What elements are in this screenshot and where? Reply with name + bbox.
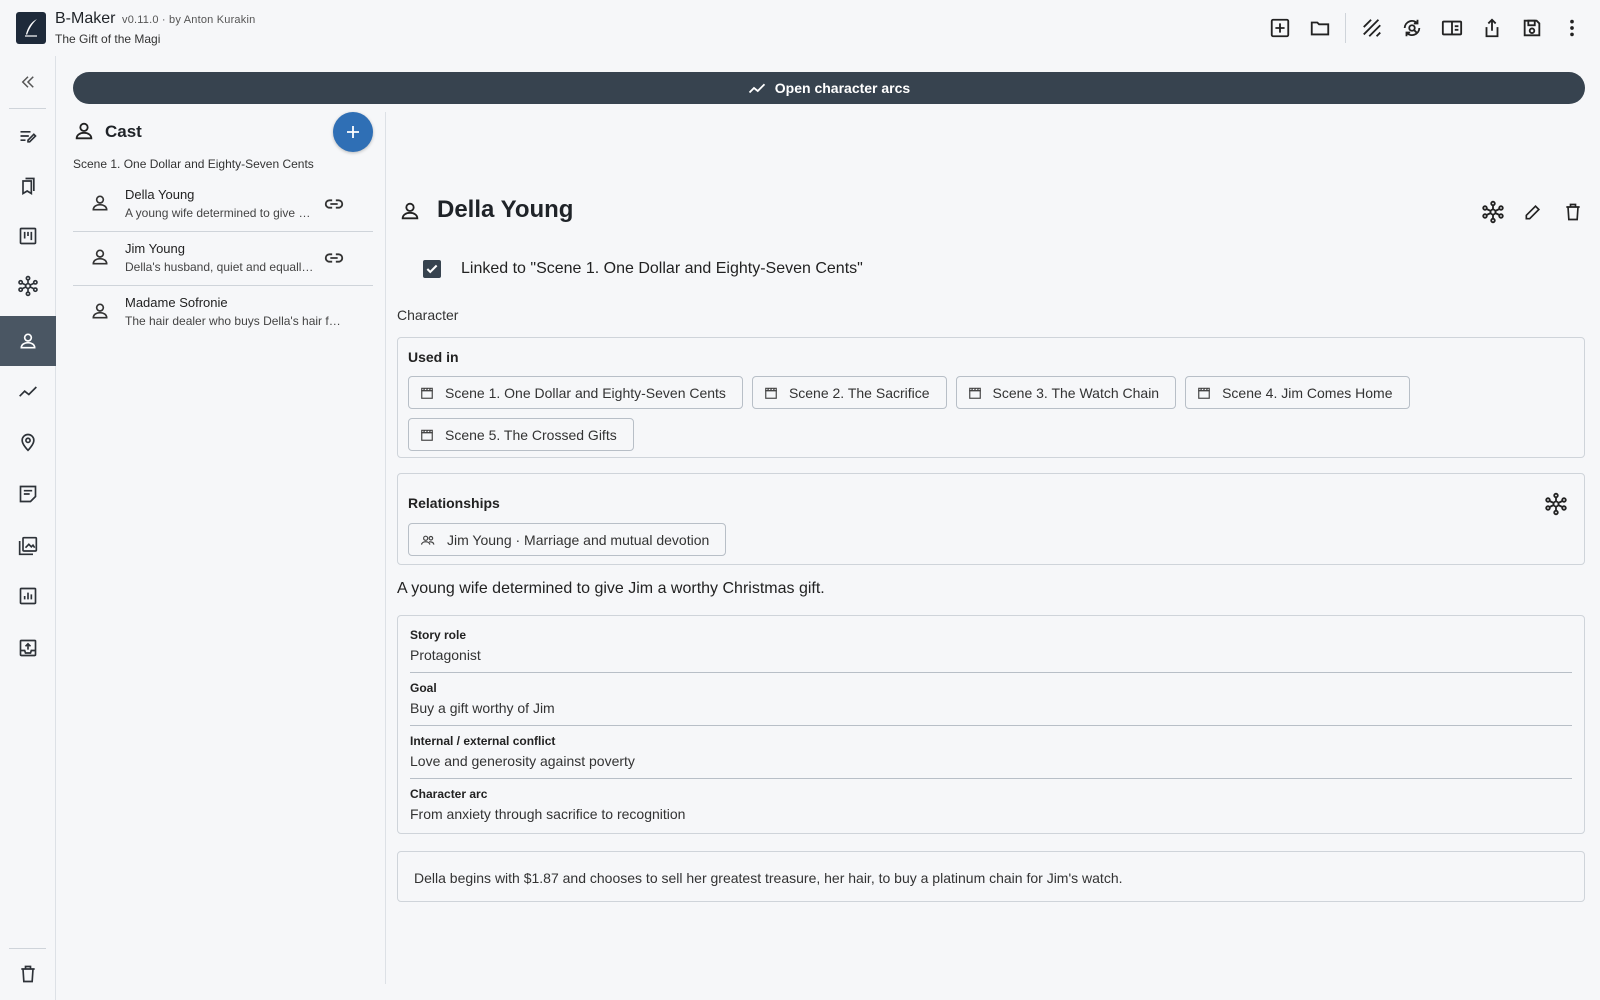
link-icon[interactable] xyxy=(323,247,345,269)
notes-icon[interactable] xyxy=(0,474,56,514)
graph-icon[interactable] xyxy=(1544,492,1568,516)
save-icon[interactable] xyxy=(1520,16,1544,40)
cast-item-desc: Della's husband, quiet and equally devot… xyxy=(125,260,315,274)
linked-checkbox[interactable] xyxy=(423,260,441,278)
field-divider xyxy=(410,672,1572,673)
scene-chip[interactable]: Scene 4. Jim Comes Home xyxy=(1185,376,1410,409)
add-character-button[interactable] xyxy=(333,112,373,152)
clapperboard-icon xyxy=(421,387,433,399)
plus-icon xyxy=(347,126,359,138)
person-icon xyxy=(399,200,421,222)
person-icon xyxy=(90,301,110,321)
sync-search-icon[interactable] xyxy=(1400,16,1424,40)
field-story-role: Story role Protagonist xyxy=(410,628,481,663)
cast-item-name: Della Young xyxy=(125,187,195,202)
scene-chip[interactable]: Scene 5. The Crossed Gifts xyxy=(408,418,634,451)
used-in-title: Used in xyxy=(408,349,459,365)
edit-notes-icon[interactable] xyxy=(0,116,56,156)
linked-row: Linked to "Scene 1. One Dollar and Eight… xyxy=(423,260,863,278)
person-icon[interactable] xyxy=(0,316,56,366)
scene-chips: Scene 1. One Dollar and Eighty-Seven Cen… xyxy=(408,376,1578,451)
open-character-arcs-button[interactable]: Open character arcs xyxy=(73,72,1585,104)
split-view-icon[interactable] xyxy=(1440,16,1464,40)
cast-item-desc: The hair dealer who buys Della's hair fo… xyxy=(125,314,345,328)
used-in-box: Used in Scene 1. One Dollar and Eighty-S… xyxy=(397,337,1585,458)
toolbar-divider xyxy=(1345,13,1346,43)
relationships-title: Relationships xyxy=(408,495,500,511)
texture-icon[interactable] xyxy=(1360,16,1384,40)
clapperboard-icon xyxy=(1198,387,1210,399)
project-name: The Gift of the Magi xyxy=(55,32,161,46)
cast-list: Della Young A young wife determined to g… xyxy=(73,178,373,340)
clapperboard-icon xyxy=(421,429,433,441)
note-box[interactable]: Della begins with $1.87 and chooses to s… xyxy=(397,851,1585,902)
current-scene-label: Scene 1. One Dollar and Eighty-Seven Cen… xyxy=(73,157,314,171)
scene-chip[interactable]: Scene 1. One Dollar and Eighty-Seven Cen… xyxy=(408,376,743,409)
scene-chip[interactable]: Scene 2. The Sacrifice xyxy=(751,376,947,409)
top-bar: B-Maker v0.11.0 · by Anton Kurakin The G… xyxy=(0,0,1600,56)
people-icon xyxy=(421,535,435,545)
list-item[interactable]: Della Young A young wife determined to g… xyxy=(73,178,373,232)
rail-divider xyxy=(9,948,46,949)
clapperboard-icon xyxy=(765,387,777,399)
export-icon[interactable] xyxy=(0,628,56,668)
person-icon xyxy=(73,120,95,142)
graph-icon[interactable] xyxy=(0,266,56,306)
edit-icon[interactable] xyxy=(1521,200,1545,224)
share-icon[interactable] xyxy=(1480,16,1504,40)
character-note: Della begins with $1.87 and chooses to s… xyxy=(414,870,1123,886)
list-item[interactable]: Jim Young Della's husband, quiet and equ… xyxy=(73,232,373,286)
cast-title: Cast xyxy=(105,122,142,141)
section-label: Character xyxy=(397,307,459,323)
collapse-icon[interactable] xyxy=(0,62,56,102)
nav-rail xyxy=(0,56,56,1000)
fields-box: Story role Protagonist Goal Buy a gift w… xyxy=(397,615,1585,834)
list-item[interactable]: Madame Sofronie The hair dealer who buys… xyxy=(73,286,373,340)
bookmarks-icon[interactable] xyxy=(0,166,56,206)
open-character-arcs-label: Open character arcs xyxy=(774,80,911,96)
trash-icon[interactable] xyxy=(0,954,56,994)
rail-divider xyxy=(9,108,46,109)
stats-icon[interactable] xyxy=(0,576,56,616)
field-character-arc: Character arc From anxiety through sacri… xyxy=(410,787,686,822)
detail-actions xyxy=(1481,200,1585,224)
timeline-icon[interactable] xyxy=(0,372,56,412)
cast-item-name: Jim Young xyxy=(125,241,185,256)
gallery-icon[interactable] xyxy=(0,526,56,566)
delete-icon[interactable] xyxy=(1561,200,1585,224)
field-conflict: Internal / external conflict Love and ge… xyxy=(410,734,635,769)
more-vert-icon[interactable] xyxy=(1560,16,1584,40)
graph-icon[interactable] xyxy=(1481,200,1505,224)
trending-icon xyxy=(748,83,765,94)
location-icon[interactable] xyxy=(0,422,56,462)
linked-label: Linked to "Scene 1. One Dollar and Eight… xyxy=(461,260,863,277)
relationship-chip[interactable]: Jim Young · Marriage and mutual devotion xyxy=(408,523,727,556)
relationship-chips: Jim Young · Marriage and mutual devotion xyxy=(408,523,1578,556)
cast-item-desc: A young wife determined to give Jim a wo… xyxy=(125,206,315,220)
field-divider xyxy=(410,778,1572,779)
add-box-icon[interactable] xyxy=(1268,16,1292,40)
field-goal: Goal Buy a gift worthy of Jim xyxy=(410,681,555,716)
app-logo xyxy=(16,12,46,44)
cast-item-name: Madame Sofronie xyxy=(125,295,228,310)
folder-icon[interactable] xyxy=(1308,16,1332,40)
field-divider xyxy=(410,725,1572,726)
panel-divider xyxy=(385,112,386,984)
relationships-box: Relationships Jim Young · Marriage and m… xyxy=(397,473,1585,565)
scene-chip[interactable]: Scene 3. The Watch Chain xyxy=(955,376,1177,409)
person-icon xyxy=(90,193,110,213)
app-name: B-Maker xyxy=(55,10,116,27)
person-icon xyxy=(90,247,110,267)
character-name: Della Young xyxy=(437,196,574,223)
link-icon[interactable] xyxy=(323,193,345,215)
board-icon[interactable] xyxy=(0,216,56,256)
app-version: v0.11.0 · by Anton Kurakin xyxy=(122,14,256,26)
clapperboard-icon xyxy=(968,387,981,399)
character-description: A young wife determined to give Jim a wo… xyxy=(397,580,825,597)
